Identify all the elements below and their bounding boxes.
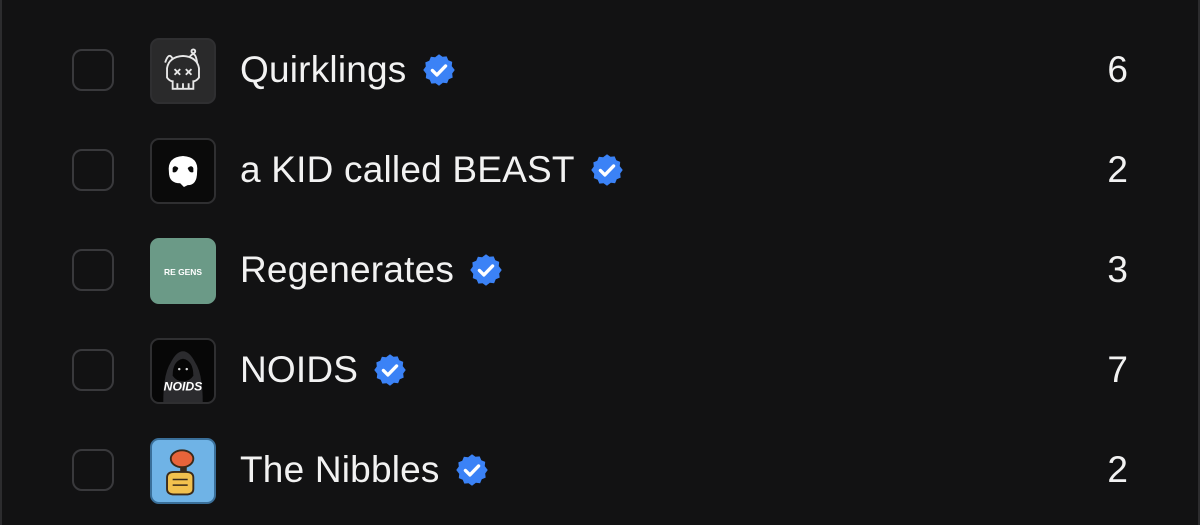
verified-badge-icon bbox=[454, 452, 490, 488]
collection-row-the-nibbles[interactable]: The Nibbles 2 bbox=[2, 420, 1198, 520]
regens-logo-text: RE GENS bbox=[164, 267, 202, 277]
regens-logo-icon[interactable]: RE GENS bbox=[150, 238, 216, 304]
collection-name-link[interactable]: a KID called BEAST bbox=[240, 120, 625, 220]
collection-name-link[interactable]: The Nibbles bbox=[240, 420, 490, 520]
collection-name: Regenerates bbox=[240, 249, 455, 290]
collection-name-link[interactable]: Quirklings bbox=[240, 20, 457, 120]
collection-name-link[interactable]: Regenerates bbox=[240, 220, 504, 320]
item-count: 2 bbox=[1107, 149, 1128, 190]
verified-badge-icon bbox=[589, 152, 625, 188]
collection-name: a KID called BEAST bbox=[240, 149, 575, 190]
verified-badge-icon bbox=[468, 252, 504, 288]
item-count: 6 bbox=[1107, 49, 1128, 90]
collection-list: Quirklings 6 a KID called BEAST 2 RE GEN… bbox=[0, 0, 1200, 525]
select-checkbox[interactable] bbox=[72, 49, 114, 91]
collection-row-quirklings[interactable]: Quirklings 6 bbox=[2, 20, 1198, 120]
select-checkbox[interactable] bbox=[72, 449, 114, 491]
beast-head-icon[interactable] bbox=[150, 138, 216, 204]
collection-row-a-kid-called-beast[interactable]: a KID called BEAST 2 bbox=[2, 120, 1198, 220]
thumbs-up-icon[interactable] bbox=[150, 438, 216, 504]
collection-row-noids[interactable]: NOIDS NOIDS 7 bbox=[2, 320, 1198, 420]
collection-name-link[interactable]: NOIDS bbox=[240, 320, 408, 420]
verified-badge-icon bbox=[421, 52, 457, 88]
item-count: 7 bbox=[1107, 349, 1128, 390]
select-checkbox[interactable] bbox=[72, 149, 114, 191]
item-count: 3 bbox=[1107, 249, 1128, 290]
select-checkbox[interactable] bbox=[72, 349, 114, 391]
noids-logo-text: NOIDS bbox=[164, 380, 204, 394]
item-count: 2 bbox=[1107, 449, 1128, 490]
collection-name: NOIDS bbox=[240, 349, 359, 390]
skull-icon[interactable] bbox=[150, 38, 216, 104]
collection-name: Quirklings bbox=[240, 49, 407, 90]
select-checkbox[interactable] bbox=[72, 249, 114, 291]
hooded-figure-icon[interactable]: NOIDS bbox=[150, 338, 216, 404]
collection-row-regenerates[interactable]: RE GENS Regenerates 3 bbox=[2, 220, 1198, 320]
verified-badge-icon bbox=[372, 352, 408, 388]
collection-name: The Nibbles bbox=[240, 449, 440, 490]
